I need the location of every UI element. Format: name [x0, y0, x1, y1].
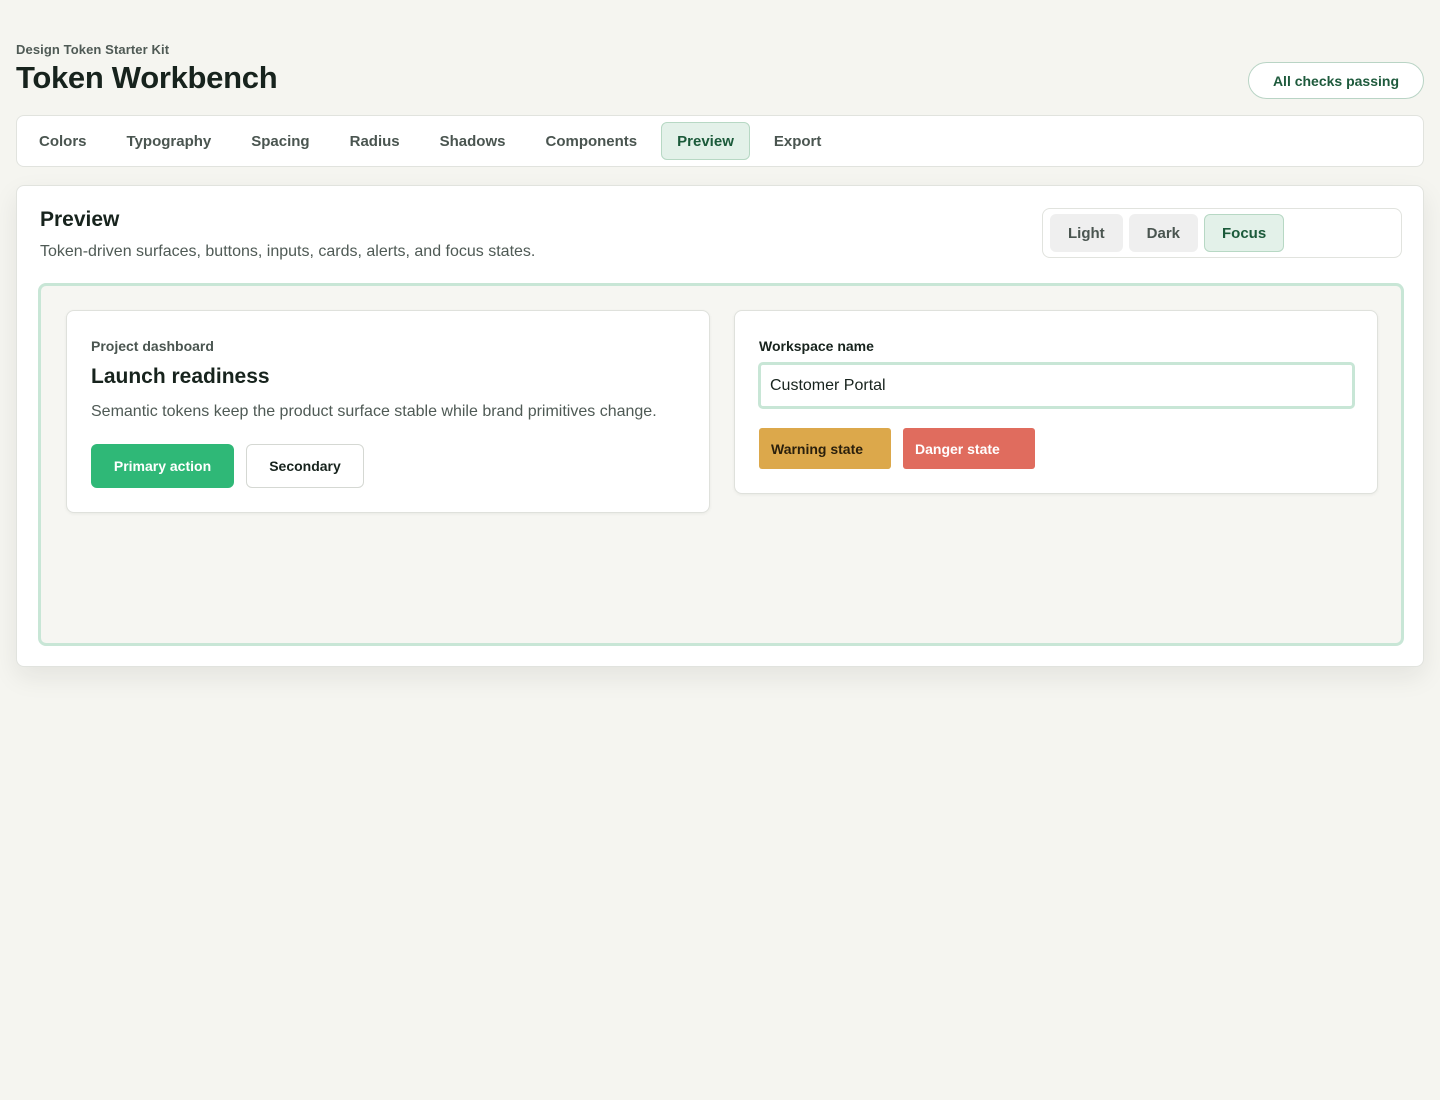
app-header: Design Token Starter Kit Token Workbench… [16, 42, 1424, 102]
workspace-name-input[interactable] [758, 362, 1355, 409]
tab-colors[interactable]: Colors [23, 122, 103, 160]
dashboard-card: Project dashboard Launch readiness Seman… [66, 310, 710, 513]
tab-typography[interactable]: Typography [111, 122, 228, 160]
workspace-name-label: Workspace name [759, 338, 874, 354]
preview-stage: Project dashboard Launch readiness Seman… [38, 283, 1404, 646]
warning-state-badge: Warning state [759, 428, 891, 469]
panel-subtitle: Token-driven surfaces, buttons, inputs, … [40, 243, 536, 260]
mode-dark-button[interactable]: Dark [1128, 214, 1199, 252]
preview-panel: Preview Token-driven surfaces, buttons, … [16, 185, 1424, 667]
tab-radius[interactable]: Radius [334, 122, 416, 160]
card-eyebrow: Project dashboard [91, 338, 214, 354]
token-workbench-page: Design Token Starter Kit Token Workbench… [0, 0, 1440, 1100]
form-card: Workspace name Warning state Danger stat… [734, 310, 1378, 494]
panel-title: Preview [40, 208, 120, 231]
danger-state-badge: Danger state [903, 428, 1035, 469]
tab-preview[interactable]: Preview [661, 122, 750, 160]
app-title: Token Workbench [16, 60, 278, 95]
secondary-button[interactable]: Secondary [246, 444, 364, 488]
card-body: Semantic tokens keep the product surface… [91, 403, 657, 420]
primary-action-button[interactable]: Primary action [91, 444, 234, 488]
tab-spacing[interactable]: Spacing [235, 122, 325, 160]
preview-mode-switcher: Light Dark Focus [1042, 208, 1402, 258]
checks-status-button[interactable]: All checks passing [1247, 62, 1424, 99]
app-kicker: Design Token Starter Kit [16, 42, 170, 57]
card-title: Launch readiness [91, 365, 270, 388]
tab-export[interactable]: Export [758, 122, 838, 160]
token-tabs: Colors Typography Spacing Radius Shadows… [16, 115, 1424, 167]
tab-shadows[interactable]: Shadows [424, 122, 522, 160]
mode-focus-button[interactable]: Focus [1204, 214, 1285, 252]
mode-light-button[interactable]: Light [1050, 214, 1123, 252]
tab-components[interactable]: Components [529, 122, 653, 160]
